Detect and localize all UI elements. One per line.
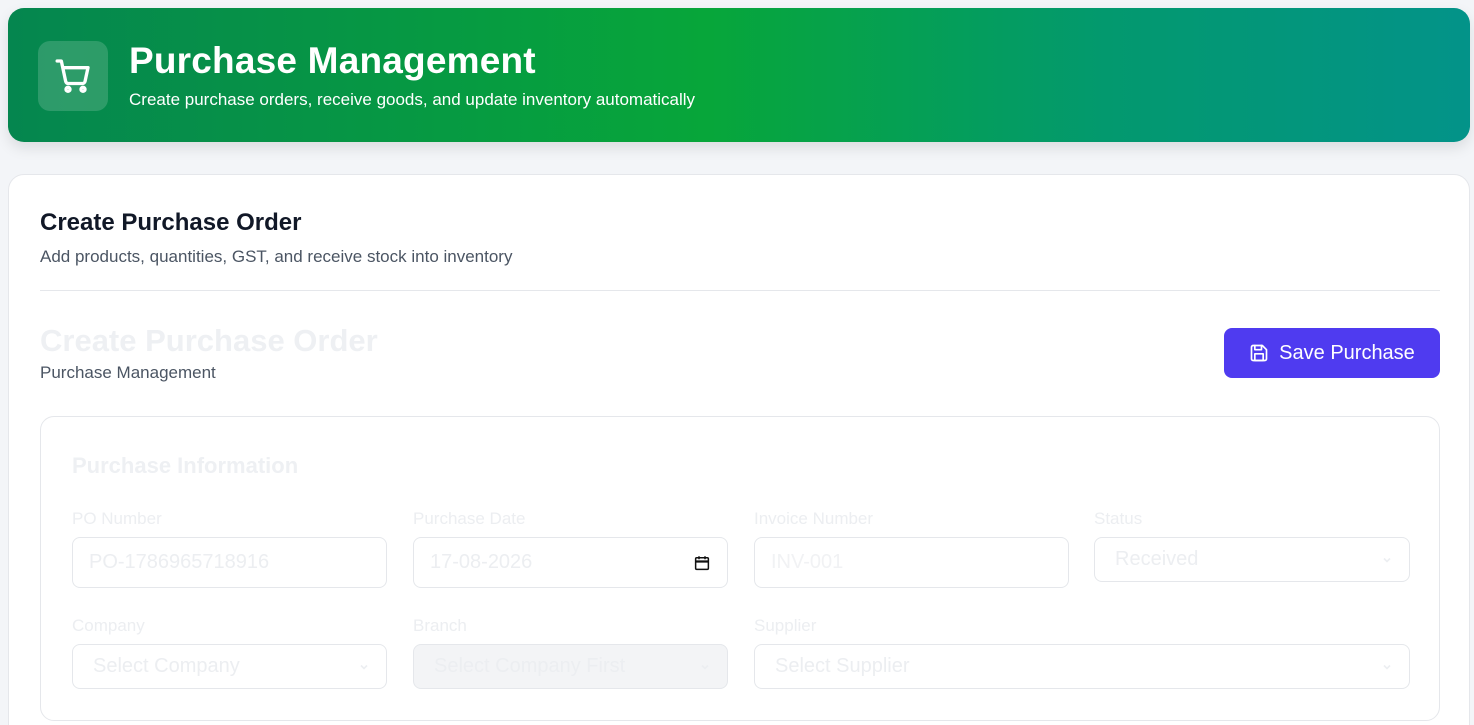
form-title: Create Purchase Order: [40, 323, 378, 358]
card-title: Create Purchase Order: [40, 209, 302, 236]
page-title: Purchase Management: [129, 40, 536, 81]
invoice-number-label: Invoice Number: [754, 509, 874, 528]
purchase-date-input[interactable]: 17-08-2026: [413, 537, 728, 588]
chevron-down-icon: [1383, 557, 1391, 563]
purchase-date-label: Purchase Date: [413, 509, 526, 528]
save-purchase-label: Save Purchase: [1279, 341, 1415, 364]
header-banner: Purchase Management Create purchase orde…: [8, 8, 1470, 142]
divider: [40, 290, 1440, 291]
po-number-label: PO Number: [72, 509, 162, 528]
card-subtitle: Add products, quantities, GST, and recei…: [40, 247, 513, 266]
company-select[interactable]: Select Company: [72, 644, 387, 689]
chevron-down-icon: [701, 664, 709, 670]
calendar-icon[interactable]: [693, 554, 711, 572]
branch-select[interactable]: Select Company First: [413, 644, 728, 689]
purchase-order-card: Create Purchase Order Add products, quan…: [8, 174, 1470, 725]
branch-value: Select Company First: [434, 655, 626, 677]
save-purchase-button[interactable]: Save Purchase: [1224, 328, 1440, 378]
supplier-value: Select Supplier: [775, 655, 910, 677]
invoice-number-input[interactable]: INV-001: [754, 537, 1069, 588]
cart-icon: [38, 41, 108, 111]
save-icon: [1250, 344, 1268, 362]
section-title: Purchase Information: [72, 453, 299, 478]
status-value: Received: [1115, 548, 1199, 570]
supplier-label: Supplier: [754, 616, 817, 635]
purchase-information-panel: Purchase Information PO Number Purchase …: [40, 416, 1440, 721]
chevron-down-icon: [360, 664, 368, 670]
po-number-value: PO-1786965718916: [89, 551, 270, 573]
supplier-select[interactable]: Select Supplier: [754, 644, 1410, 689]
company-value: Select Company: [93, 655, 240, 677]
purchase-date-value: 17-08-2026: [430, 551, 533, 573]
po-number-input[interactable]: PO-1786965718916: [72, 537, 387, 588]
status-select[interactable]: Received: [1094, 537, 1410, 582]
page-subtitle: Create purchase orders, receive goods, a…: [129, 90, 696, 109]
invoice-number-placeholder: INV-001: [771, 551, 844, 573]
branch-label: Branch: [413, 616, 467, 635]
form-subtitle: Purchase Management: [40, 363, 216, 382]
company-label: Company: [72, 616, 145, 635]
chevron-down-icon: [1383, 664, 1391, 670]
status-label: Status: [1094, 509, 1143, 528]
